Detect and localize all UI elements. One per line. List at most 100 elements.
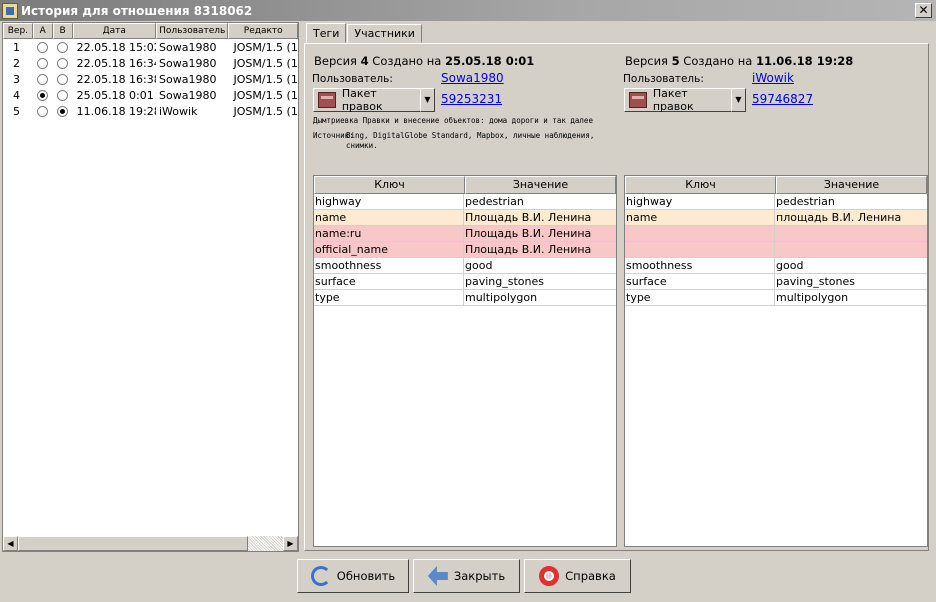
history-row[interactable]: 1 22.05.18 15:02 Sowa1980 JOSM/1.5 (13 bbox=[3, 39, 298, 55]
tag-value: Площадь В.И. Ленина bbox=[465, 243, 592, 256]
tag-key: name bbox=[625, 210, 775, 225]
tab-tags[interactable]: Теги bbox=[306, 23, 347, 43]
title-bar: История для отношения 8318062 ✕ bbox=[0, 0, 936, 21]
tag-value: paving_stones bbox=[465, 275, 544, 288]
radio-a-icon[interactable] bbox=[37, 41, 49, 53]
tag-value: pedestrian bbox=[465, 195, 524, 208]
value-header[interactable]: Значение bbox=[776, 176, 927, 194]
radio-a[interactable] bbox=[33, 105, 53, 117]
history-row[interactable]: 5 11.06.18 19:28 iWowik JOSM/1.5 (13 bbox=[3, 103, 298, 119]
tag-value: paving_stones bbox=[776, 275, 855, 288]
left-changeset-link[interactable]: 59253231 bbox=[441, 92, 502, 106]
tag-row[interactable] bbox=[625, 226, 927, 242]
tag-key: type bbox=[625, 290, 775, 305]
scroll-track[interactable] bbox=[248, 536, 283, 551]
scroll-thumb[interactable] bbox=[18, 536, 248, 551]
right-tag-table: Ключ Значение highway pedestrian name площа… bbox=[624, 175, 928, 547]
tag-row[interactable]: name площадь В.И. Ленина bbox=[625, 210, 927, 226]
refresh-label: Обновить bbox=[336, 569, 396, 583]
tag-row[interactable] bbox=[625, 242, 927, 258]
tag-key bbox=[625, 226, 775, 241]
col-editor[interactable]: Редакто bbox=[228, 23, 298, 39]
key-header[interactable]: Ключ bbox=[625, 176, 776, 194]
tag-key: smoothness bbox=[314, 258, 464, 273]
help-label: Справка bbox=[565, 569, 616, 583]
close-arrow-icon bbox=[427, 566, 448, 586]
col-b[interactable]: B bbox=[52, 23, 73, 39]
right-changeset-button[interactable]: Пакет правок bbox=[624, 87, 732, 113]
radio-b[interactable] bbox=[53, 89, 73, 101]
row-version: 2 bbox=[13, 56, 20, 70]
radio-b-icon[interactable] bbox=[57, 73, 69, 85]
col-user[interactable]: Пользователь bbox=[155, 23, 229, 39]
radio-a-icon[interactable] bbox=[37, 57, 49, 69]
tag-row[interactable]: official_name Площадь В.И. Ленина bbox=[314, 242, 616, 258]
right-changeset-link[interactable]: 59746827 bbox=[752, 92, 813, 106]
history-hscrollbar[interactable]: ◀ ▶ bbox=[3, 536, 298, 551]
history-row[interactable]: 4 25.05.18 0:01 Sowa1980 JOSM/1.5 (13 bbox=[3, 87, 298, 103]
col-a[interactable]: A bbox=[32, 23, 53, 39]
row-editor: JOSM/1.5 (13 bbox=[233, 40, 299, 54]
value-header[interactable]: Значение bbox=[465, 176, 616, 194]
radio-b[interactable] bbox=[53, 73, 73, 85]
radio-a[interactable] bbox=[33, 89, 53, 101]
radio-a[interactable] bbox=[33, 57, 53, 69]
tag-row[interactable]: highway pedestrian bbox=[625, 194, 927, 210]
tag-value bbox=[775, 226, 927, 241]
changeset-icon bbox=[629, 92, 647, 108]
tab-bar: Теги Участники bbox=[306, 23, 423, 44]
radio-a[interactable] bbox=[33, 41, 53, 53]
left-changeset-button[interactable]: Пакет правок bbox=[313, 87, 421, 113]
radio-b-icon[interactable] bbox=[57, 57, 69, 69]
radio-b-icon[interactable] bbox=[57, 105, 69, 117]
radio-b[interactable] bbox=[53, 105, 73, 117]
close-button[interactable]: Закрыть bbox=[413, 559, 520, 593]
left-changeset-comment: Дымтриевка Правки и внесение объектов: д… bbox=[313, 116, 603, 151]
row-version: 3 bbox=[13, 72, 20, 86]
row-date: 22.05.18 15:02 bbox=[76, 40, 156, 54]
source-text: Bing, DigitalGlobe Standard, Mapbox, лич… bbox=[346, 131, 595, 150]
right-changeset-dropdown-icon[interactable]: ▼ bbox=[731, 88, 746, 112]
scroll-left-icon[interactable]: ◀ bbox=[3, 536, 18, 551]
radio-a-icon[interactable] bbox=[37, 73, 49, 85]
tag-value: pedestrian bbox=[776, 195, 835, 208]
window-close-button[interactable]: ✕ bbox=[915, 3, 932, 18]
col-ver[interactable]: Вер. bbox=[3, 23, 33, 39]
history-row[interactable]: 3 22.05.18 16:38 Sowa1980 JOSM/1.5 (13 bbox=[3, 71, 298, 87]
radio-b-icon[interactable] bbox=[57, 89, 69, 101]
left-changeset-dropdown-icon[interactable]: ▼ bbox=[420, 88, 435, 112]
tag-row[interactable]: smoothness good bbox=[625, 258, 927, 274]
history-table: Вер. A B Дата Пользователь Редакто 1 22.0… bbox=[2, 22, 299, 552]
tag-row[interactable]: highway pedestrian bbox=[314, 194, 616, 210]
radio-a[interactable] bbox=[33, 73, 53, 85]
tag-key: highway bbox=[625, 194, 775, 209]
tag-row[interactable]: smoothness good bbox=[314, 258, 616, 274]
left-user-link[interactable]: Sowa1980 bbox=[441, 71, 504, 85]
radio-b-icon[interactable] bbox=[57, 41, 69, 53]
tag-row[interactable]: surface paving_stones bbox=[314, 274, 616, 290]
tag-value: multipolygon bbox=[465, 291, 538, 304]
tag-row[interactable]: name Площадь В.И. Ленина bbox=[314, 210, 616, 226]
history-row[interactable]: 2 22.05.18 16:34 Sowa1980 JOSM/1.5 (13 bbox=[3, 55, 298, 71]
tab-contributors[interactable]: Участники bbox=[347, 24, 422, 43]
row-date: 11.06.18 19:28 bbox=[76, 104, 156, 118]
close-label: Закрыть bbox=[453, 569, 506, 583]
help-button[interactable]: Справка bbox=[524, 559, 631, 593]
version-prefix: Версия bbox=[625, 54, 672, 68]
col-date[interactable]: Дата bbox=[72, 23, 156, 39]
tag-row[interactable]: type multipolygon bbox=[314, 290, 616, 306]
radio-a-icon[interactable] bbox=[37, 105, 49, 117]
radio-a-icon[interactable] bbox=[37, 89, 49, 101]
right-user-link[interactable]: iWowik bbox=[752, 71, 794, 85]
tag-row[interactable]: surface paving_stones bbox=[625, 274, 927, 290]
refresh-button[interactable]: Обновить bbox=[297, 559, 409, 593]
key-header[interactable]: Ключ bbox=[314, 176, 465, 194]
scroll-right-icon[interactable]: ▶ bbox=[283, 536, 298, 551]
tag-row[interactable]: name:ru Площадь В.И. Ленина bbox=[314, 226, 616, 242]
tag-row[interactable]: type multipolygon bbox=[625, 290, 927, 306]
app-icon bbox=[2, 2, 18, 19]
radio-b[interactable] bbox=[53, 41, 73, 53]
radio-b[interactable] bbox=[53, 57, 73, 69]
tag-key: official_name bbox=[314, 242, 464, 257]
tag-key: name bbox=[314, 210, 464, 225]
